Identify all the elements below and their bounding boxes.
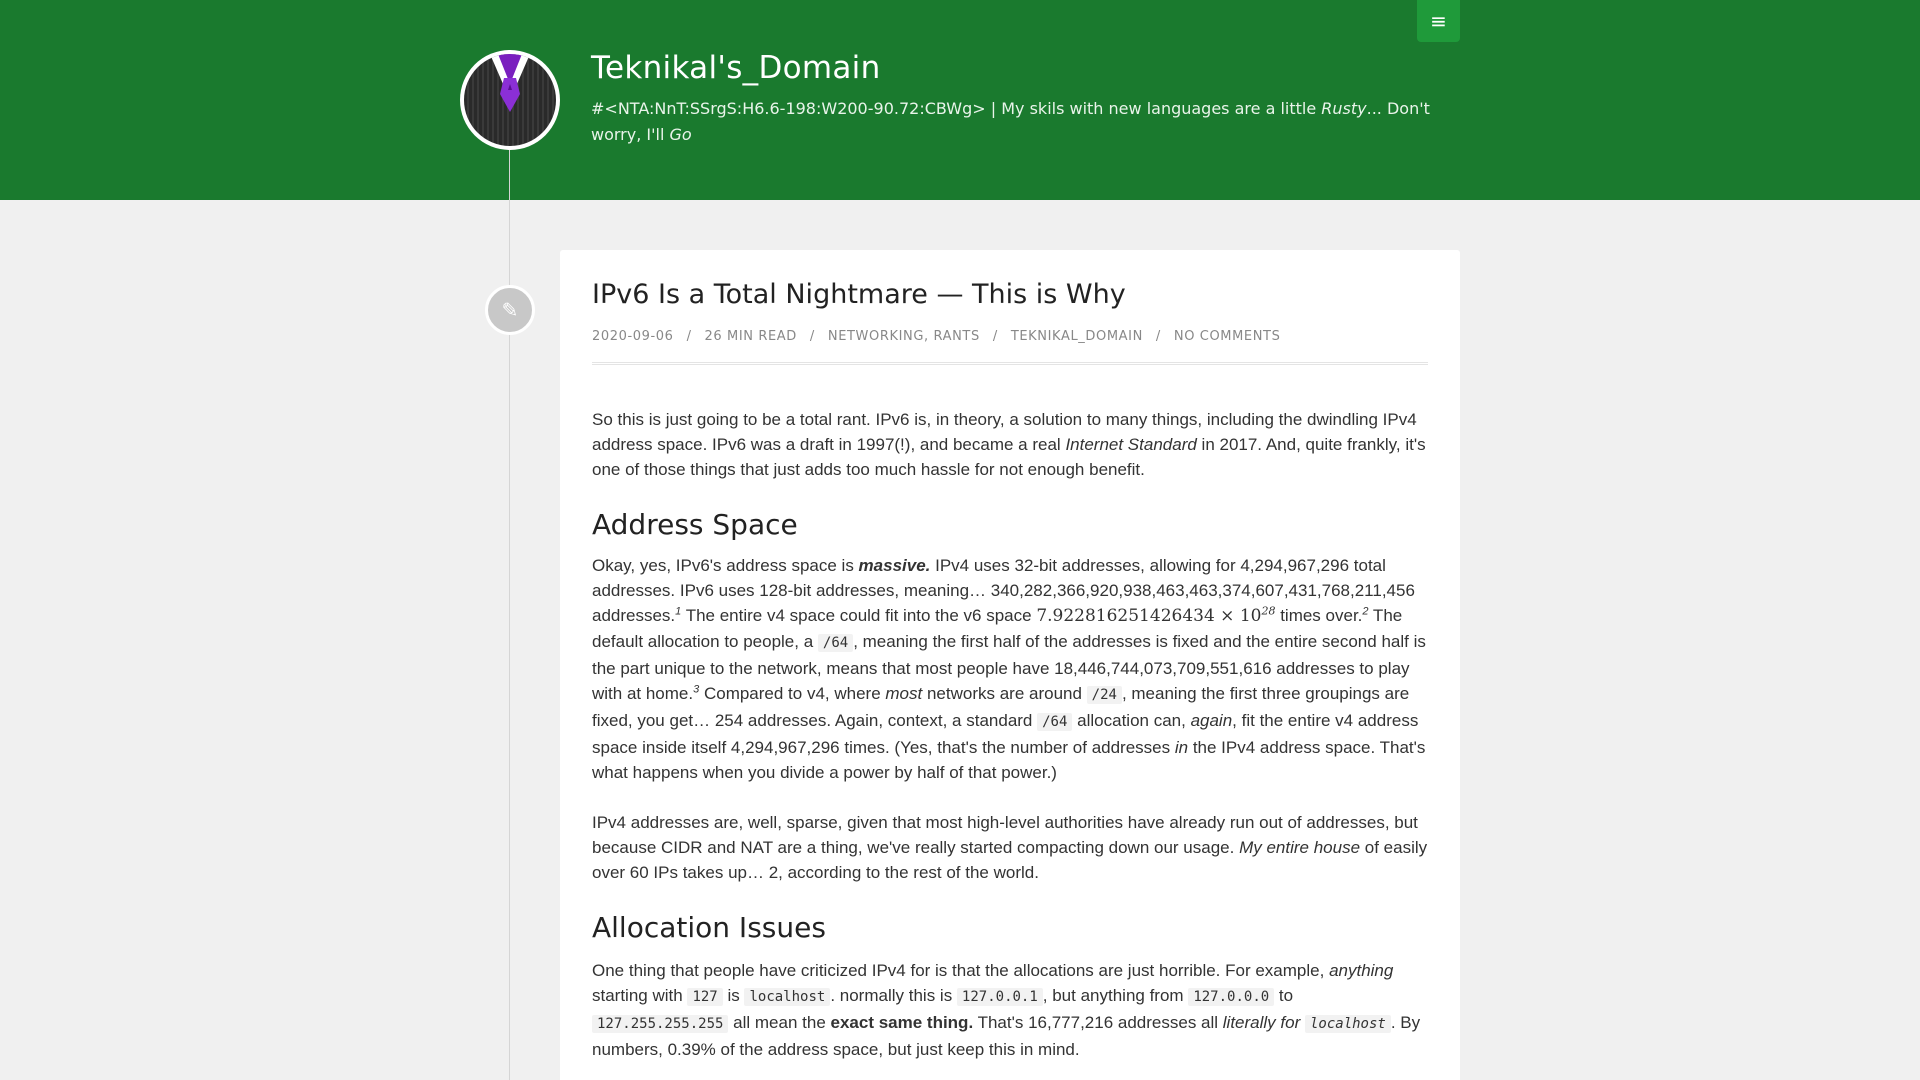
heading-address-space: Address Space [592,508,798,541]
avatar[interactable] [460,50,560,150]
tie-logo-icon [490,54,530,112]
category-rants[interactable]: Rants [934,329,980,344]
paragraph: Okay, yes, IPv6's address space is massi… [592,556,1426,782]
post-meta: 2020-09-06/26 min read / Networking, Rants… [592,329,1428,365]
site-description: #<NTA:NnT:SSrgS:H6.6-198:W200-90.72:CBWg… [591,99,1430,144]
heading-allocation-issues: Allocation Issues [592,911,826,944]
paragraph: IPv4 addresses are, well, sparse, given … [592,813,1428,882]
post-author[interactable]: Teknikal_Domain [1011,329,1143,344]
category-networking[interactable]: Networking [828,329,924,344]
read-time: 26 min read [704,329,797,344]
post-content: So this is just going to be a total rant… [592,407,1428,1062]
hamburger-icon: ≡ [1430,9,1447,33]
post-marker: ✎ [485,285,535,335]
post-title[interactable]: IPv6 Is a Total Nightmare — This is Why [592,275,1428,315]
post-date[interactable]: 2020-09-06 [592,329,674,344]
comments-link[interactable]: No Comments [1174,329,1281,344]
site-title[interactable]: Teknikal's_Domain [591,50,881,86]
menu-button[interactable]: ≡ [1417,0,1460,42]
paragraph: So this is just going to be a total rant… [592,410,1426,479]
post: IPv6 Is a Total Nightmare — This is Why … [592,275,1428,1080]
pencil-icon: ✎ [501,298,519,322]
math-expression: 7.922816251426434 × 1028 [1036,604,1276,626]
paragraph: One thing that people have criticized IP… [592,961,1421,1059]
